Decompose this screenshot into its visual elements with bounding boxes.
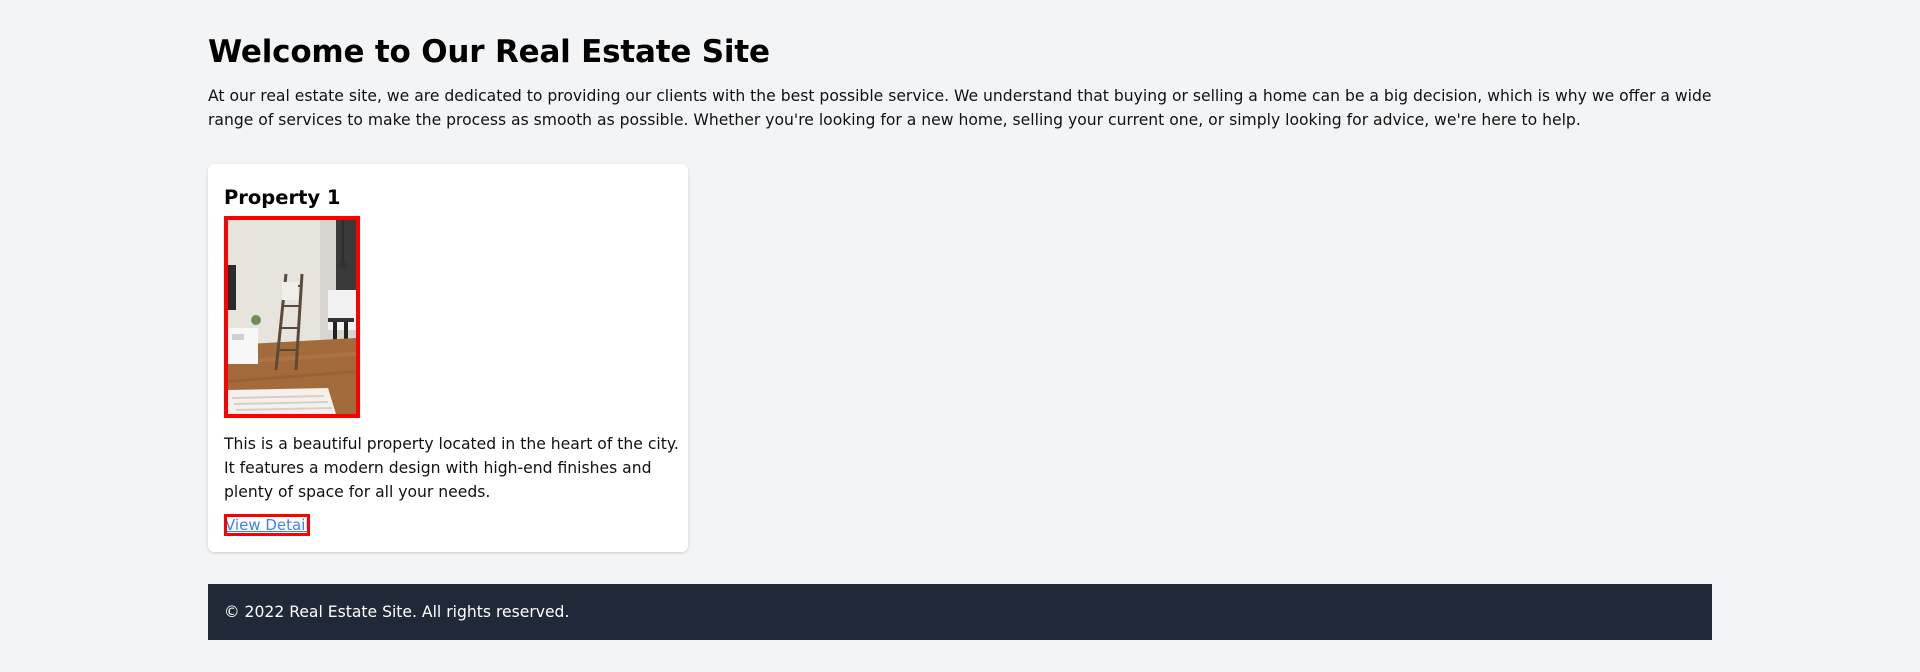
- property-description: This is a beautiful property located in …: [224, 435, 679, 501]
- property-title: Property 1: [224, 186, 341, 209]
- property-card: Property 1 This is a beautiful property …: [208, 164, 688, 552]
- copyright-text: © 2022 Real Estate Site. All rights rese…: [224, 603, 570, 621]
- page-title: Welcome to Our Real Estate Site: [208, 34, 770, 70]
- property-image: [224, 216, 360, 418]
- intro-paragraph: At our real estate site, we are dedicate…: [208, 87, 1712, 129]
- site-footer: © 2022 Real Estate Site. All rights rese…: [208, 584, 1712, 640]
- view-details-label: View Details: [225, 516, 310, 534]
- view-details-link[interactable]: View Details: [224, 514, 310, 536]
